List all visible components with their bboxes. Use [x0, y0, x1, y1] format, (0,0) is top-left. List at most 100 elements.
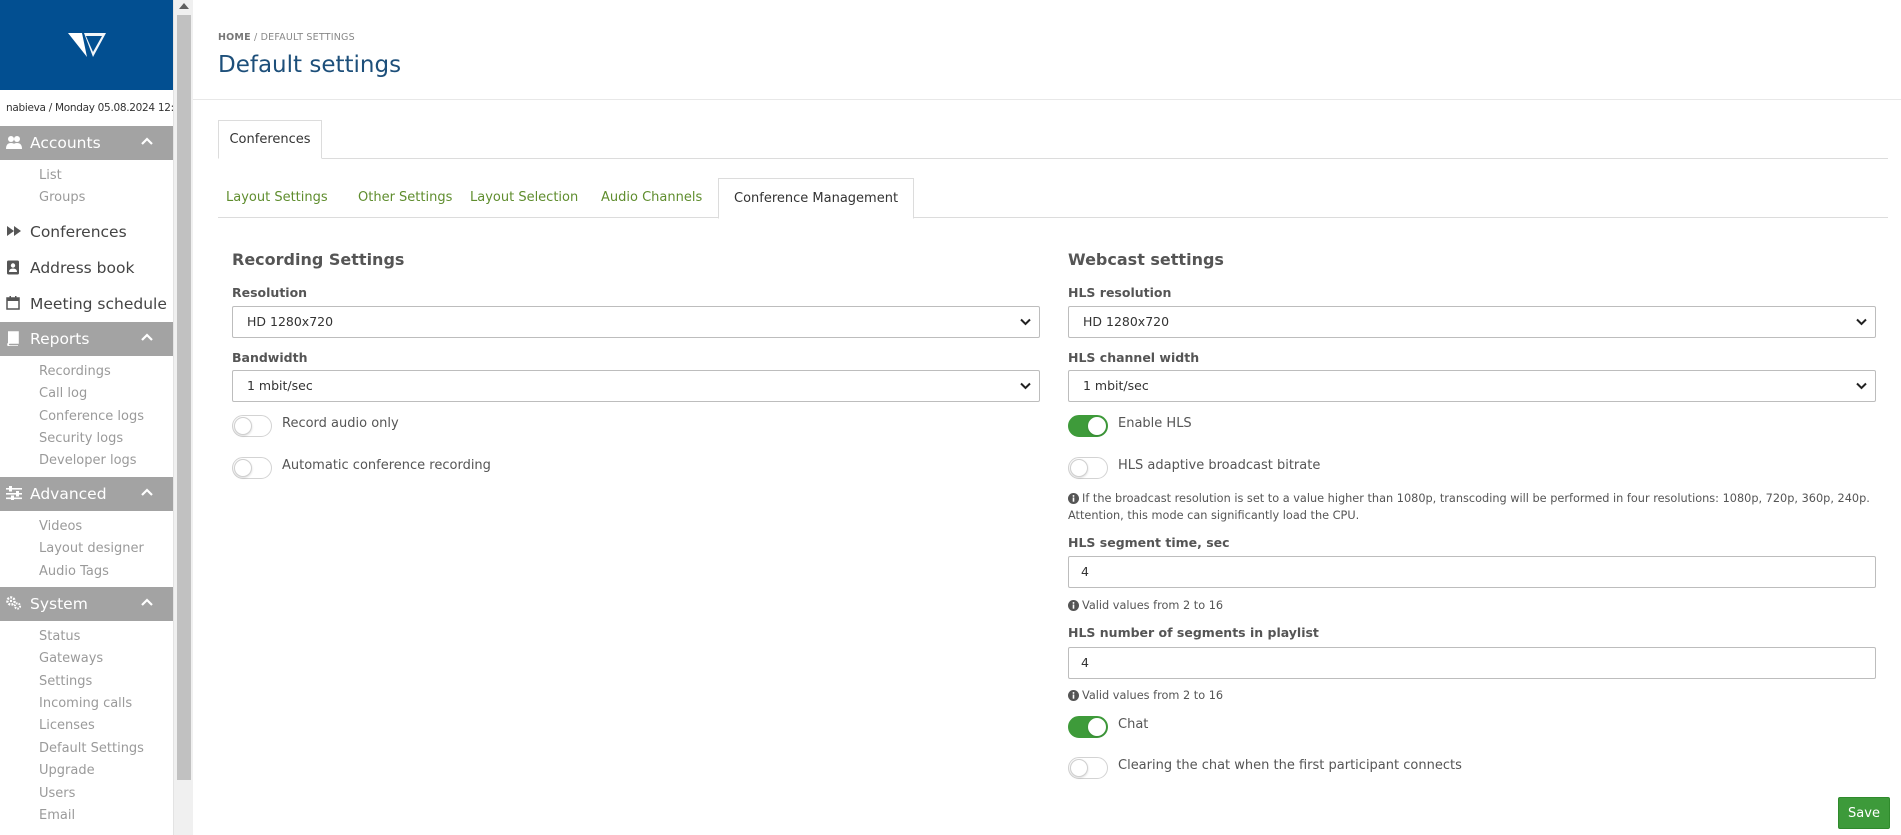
hls-channel-width-select[interactable]: 1 mbit/sec: [1068, 370, 1876, 402]
sidebar-section-reports[interactable]: Reports: [0, 321, 173, 356]
enable-hls-label: Enable HLS: [1118, 416, 1192, 431]
chevron-up-icon[interactable]: [141, 488, 153, 496]
enable-hls-toggle[interactable]: [1068, 415, 1108, 437]
bandwidth-label: Bandwidth: [232, 350, 308, 365]
sidebar: nabieva / Monday 05.08.2024 12:24 Accoun…: [0, 0, 173, 835]
tab-conferences[interactable]: Conferences: [218, 120, 322, 159]
tab-layout-settings[interactable]: Layout Settings: [226, 178, 328, 218]
hls-adaptive-bitrate-toggle[interactable]: [1068, 457, 1108, 479]
chevron-up-icon[interactable]: [141, 333, 153, 341]
sidebar-item-audio-tags[interactable]: Audio Tags: [0, 561, 173, 583]
tab-audio-channels[interactable]: Audio Channels: [601, 178, 702, 218]
info-icon: [1068, 690, 1079, 701]
chevron-up-icon[interactable]: [141, 598, 153, 606]
toggle-knob: [234, 459, 252, 477]
sidebar-section-system[interactable]: System: [0, 586, 173, 621]
sidebar-item-security-logs[interactable]: Security logs: [0, 428, 173, 450]
toggle-knob: [1070, 759, 1088, 777]
hls-adaptive-bitrate-label: HLS adaptive broadcast bitrate: [1118, 458, 1321, 473]
sidebar-item-address-book[interactable]: Address book: [0, 250, 173, 286]
hls-segment-time-input[interactable]: 4: [1068, 556, 1876, 588]
hls-resolution-select[interactable]: HD 1280x720: [1068, 306, 1876, 338]
sidebar-item-developer-logs[interactable]: Developer logs: [0, 450, 173, 472]
sidebar-item-upgrade[interactable]: Upgrade: [0, 760, 173, 782]
toggle-knob: [1088, 718, 1106, 736]
sidebar-scrollbar[interactable]: [173, 0, 193, 835]
breadcrumb: HOME / DEFAULT SETTINGS: [218, 32, 355, 43]
settings-tab-bar: Layout Settings Other Settings Layout Se…: [218, 178, 1888, 219]
chevron-down-icon: [1020, 382, 1031, 390]
sidebar-item-email[interactable]: Email: [0, 805, 173, 827]
scroll-up-arrow-icon[interactable]: [179, 3, 189, 9]
hls-segments-input[interactable]: 4: [1068, 647, 1876, 679]
chevron-down-icon: [1020, 318, 1031, 326]
sidebar-item-call-log[interactable]: Call log: [0, 383, 173, 405]
breadcrumb-home[interactable]: HOME: [218, 32, 251, 43]
sidebar-section-label: Accounts: [30, 134, 101, 152]
chat-label: Chat: [1118, 717, 1149, 732]
sidebar-item-conferences[interactable]: Conferences: [0, 214, 173, 250]
toggle-knob: [1088, 417, 1106, 435]
sidebar-item-gateways[interactable]: Gateways: [0, 648, 173, 670]
bandwidth-select[interactable]: 1 mbit/sec: [232, 370, 1040, 402]
chat-toggle[interactable]: [1068, 716, 1108, 738]
sidebar-item-label: Address book: [30, 258, 135, 277]
sidebar-section-label: Advanced: [30, 484, 107, 503]
sidebar-item-licenses[interactable]: Licenses: [0, 715, 173, 737]
record-audio-only-toggle[interactable]: [232, 415, 272, 437]
header-divider: [193, 99, 1901, 100]
sidebar-section-label: System: [30, 594, 88, 613]
sidebar-item-layout-designer[interactable]: Layout designer: [0, 538, 173, 560]
chevron-down-icon: [1856, 382, 1867, 390]
user-info: nabieva / Monday 05.08.2024 12:24: [0, 90, 173, 126]
hls-segments-note-text: Valid values from 2 to 16: [1082, 689, 1224, 702]
sidebar-section-advanced[interactable]: Advanced: [0, 476, 173, 511]
sidebar-system-list: Status Gateways Settings Incoming calls …: [0, 621, 173, 832]
calendar-icon: [6, 295, 22, 312]
clear-chat-toggle[interactable]: [1068, 757, 1108, 779]
hls-segment-time-note: Valid values from 2 to 16: [1068, 597, 1223, 614]
sidebar-item-status[interactable]: Status: [0, 626, 173, 648]
resolution-label: Resolution: [232, 285, 308, 300]
auto-recording-label: Automatic conference recording: [282, 458, 491, 473]
toggle-knob: [1070, 459, 1088, 477]
sidebar-item-list[interactable]: List: [0, 165, 173, 187]
auto-recording-toggle[interactable]: [232, 457, 272, 479]
sidebar-item-default-settings[interactable]: Default Settings: [0, 738, 173, 760]
page-title: Default settings: [218, 52, 402, 78]
hls-channel-width-value: 1 mbit/sec: [1083, 378, 1149, 393]
webcast-settings-title: Webcast settings: [1068, 250, 1224, 269]
hls-segment-time-label: HLS segment time, sec: [1068, 535, 1230, 550]
tab-conference-management[interactable]: Conference Management: [718, 178, 915, 219]
sidebar-item-incoming-calls[interactable]: Incoming calls: [0, 693, 173, 715]
sidebar-item-settings[interactable]: Settings: [0, 671, 173, 693]
sidebar-accounts-list: List Groups: [0, 160, 173, 214]
sidebar-item-label: Conferences: [30, 222, 127, 241]
sidebar-item-groups[interactable]: Groups: [0, 187, 173, 209]
sidebar-item-conference-logs[interactable]: Conference logs: [0, 406, 173, 428]
sidebar-item-meeting-schedule[interactable]: Meeting schedule: [0, 286, 173, 322]
logo-icon: [67, 33, 106, 57]
company-logo[interactable]: [0, 0, 173, 90]
toggle-knob: [234, 417, 252, 435]
outer-tab-bar: Conferences: [218, 120, 1888, 159]
save-button[interactable]: Save: [1838, 797, 1890, 829]
forward-icon: [6, 224, 22, 240]
sidebar-item-users[interactable]: Users: [0, 783, 173, 805]
hls-segments-label: HLS number of segments in playlist: [1068, 625, 1319, 640]
scrollbar-thumb[interactable]: [177, 15, 191, 780]
hls-resolution-label: HLS resolution: [1068, 285, 1172, 300]
sidebar-section-accounts[interactable]: Accounts: [0, 126, 173, 160]
tab-layout-selection[interactable]: Layout Selection: [470, 178, 578, 218]
sidebar-item-videos[interactable]: Videos: [0, 516, 173, 538]
sidebar-item-recordings[interactable]: Recordings: [0, 361, 173, 383]
main-content: HOME / DEFAULT SETTINGS Default settings…: [193, 0, 1901, 835]
bandwidth-value: 1 mbit/sec: [247, 378, 313, 393]
resolution-select[interactable]: HD 1280x720: [232, 306, 1040, 338]
info-icon: [1068, 600, 1079, 611]
book-icon: [6, 330, 22, 347]
chevron-up-icon[interactable]: [141, 137, 153, 145]
sidebar-reports-list: Recordings Call log Conference logs Secu…: [0, 356, 173, 477]
tab-other-settings[interactable]: Other Settings: [358, 178, 452, 218]
info-icon: [1068, 493, 1079, 504]
